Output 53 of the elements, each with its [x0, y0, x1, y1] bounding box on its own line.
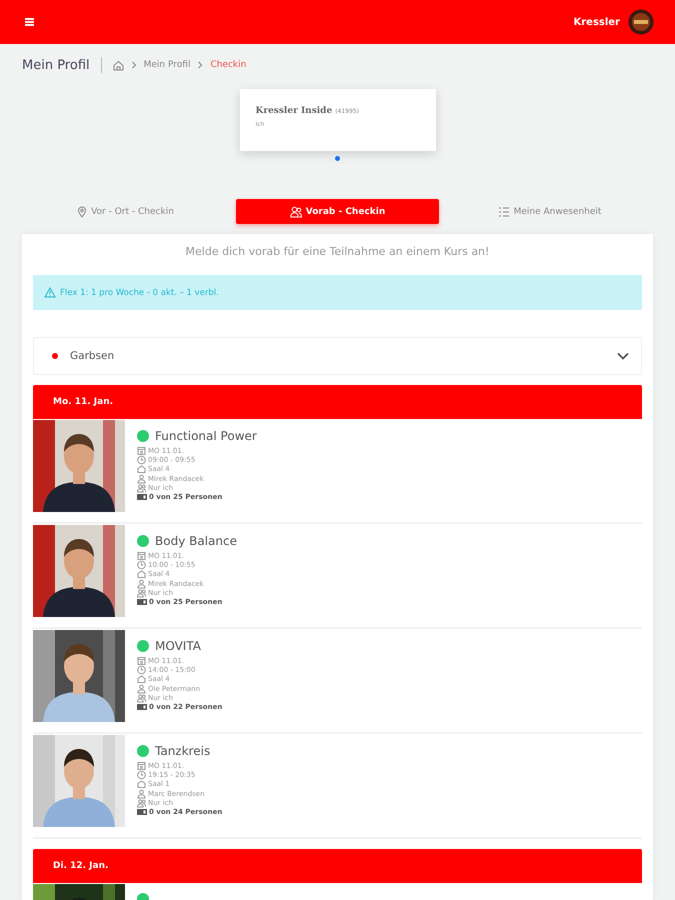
person-icon	[137, 788, 146, 799]
pin-icon	[77, 206, 88, 218]
location-select[interactable]: Garbsen	[33, 337, 642, 375]
home-icon	[112, 60, 124, 70]
person-icon	[137, 578, 146, 589]
clock-icon	[137, 770, 146, 780]
ticket-icon	[137, 492, 147, 502]
carousel-dot[interactable]	[335, 156, 340, 161]
chevron-right-icon	[197, 61, 204, 69]
room-icon	[137, 464, 146, 474]
people-icon	[137, 588, 146, 598]
ticket-icon	[137, 702, 147, 712]
page-title: Mein Profil	[22, 58, 90, 72]
people-icon	[137, 798, 146, 808]
calendar-icon	[137, 550, 146, 561]
menu-icon	[25, 18, 34, 26]
tab[interactable]: Meine Anwesenheit	[448, 199, 651, 224]
avatar-icon	[628, 9, 654, 35]
chevron-right-icon	[130, 61, 137, 69]
room-icon	[137, 779, 146, 790]
people-icon	[137, 482, 146, 493]
intro-text: Melde dich vorab für eine Teilnahme an einem Kurs an!	[184, 244, 490, 260]
course-title: MOVITA	[155, 639, 201, 653]
calendar-icon	[137, 760, 146, 771]
person-icon	[137, 474, 146, 484]
chevron-down-icon	[617, 352, 629, 360]
breadcrumb-current: Checkin	[210, 60, 246, 70]
calendar-icon	[137, 656, 146, 666]
person-icon	[137, 684, 146, 694]
list-icon	[498, 206, 510, 218]
user-name[interactable]: Kressler	[573, 16, 620, 28]
room-icon	[137, 674, 146, 684]
clock-icon	[137, 664, 146, 675]
course-title: Functional Power	[155, 429, 257, 443]
clock-icon	[137, 560, 146, 570]
membership-name: Kressler Inside	[256, 106, 332, 116]
day-header: Di. 12. Jan.	[33, 849, 642, 883]
people-icon	[290, 206, 302, 218]
course-title: Tanzkreis	[155, 744, 210, 758]
location-value: Garbsen	[70, 350, 116, 362]
clock-icon	[137, 454, 146, 465]
tab[interactable]: Vorab - Checkin	[236, 199, 439, 224]
course-title: Body Balance	[155, 534, 237, 548]
ticket-icon	[137, 807, 147, 818]
calendar-icon	[137, 446, 146, 456]
alert-text: Flex 1: 1 pro Woche - 0 akt. – 1 verbl.	[60, 288, 219, 298]
people-icon	[137, 692, 146, 703]
room-icon	[137, 569, 146, 580]
ticket-icon	[137, 597, 147, 608]
warning-icon	[44, 287, 56, 298]
day-header: Mo. 11. Jan.	[33, 385, 642, 419]
breadcrumb-link[interactable]: Mein Profil	[144, 60, 190, 70]
tab[interactable]: Vor - Ort - Checkin	[24, 199, 227, 224]
